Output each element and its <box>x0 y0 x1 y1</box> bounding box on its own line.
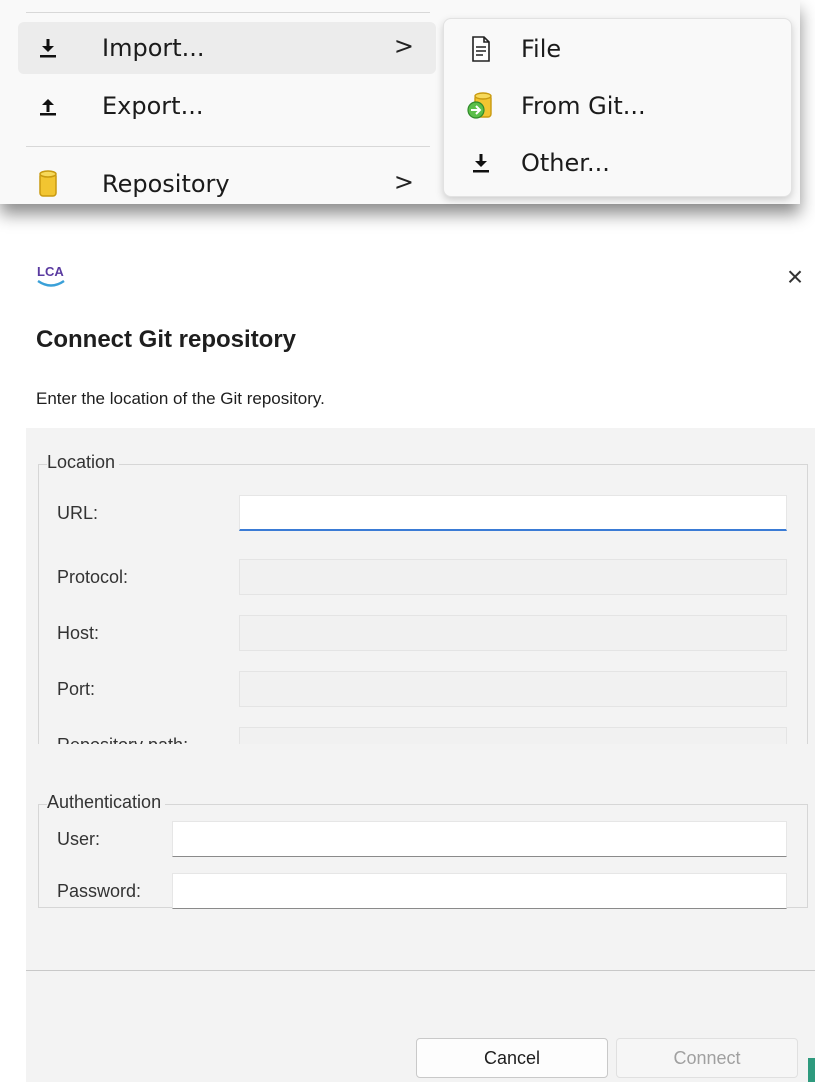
upload-icon <box>28 86 68 126</box>
submenu-item-other[interactable]: Other... <box>444 139 791 187</box>
git-import-icon <box>461 86 501 126</box>
port-label: Port: <box>57 679 96 699</box>
dialog-description: Enter the location of the Git repository… <box>36 389 325 408</box>
user-label: User: <box>57 829 101 849</box>
footer-divider <box>26 970 815 971</box>
menu-separator <box>26 146 430 147</box>
url-label: URL: <box>57 503 99 523</box>
close-icon[interactable]: × <box>780 262 810 292</box>
svg-text:LCA: LCA <box>37 264 64 279</box>
connect-button[interactable]: Connect <box>616 1038 798 1078</box>
location-group-legend: Location <box>47 452 120 473</box>
download-icon <box>28 28 68 68</box>
host-input <box>239 615 787 651</box>
authentication-group-legend: Authentication <box>47 792 166 813</box>
password-input[interactable] <box>172 873 787 909</box>
port-input <box>239 671 787 707</box>
protocol-input <box>239 559 787 595</box>
submenu-item-file[interactable]: File <box>444 25 791 73</box>
submenu-item-from-git-label: From Git... <box>521 92 646 120</box>
file-icon <box>461 29 501 69</box>
menu-item-import[interactable]: Import... > <box>18 22 436 74</box>
background-accent <box>808 1058 815 1082</box>
database-cylinder-icon <box>28 164 68 204</box>
submenu-item-other-label: Other... <box>521 149 610 177</box>
chevron-right-icon: > <box>393 168 414 196</box>
menu-item-export[interactable]: Export... <box>18 80 436 132</box>
cancel-button[interactable]: Cancel <box>416 1038 608 1078</box>
menu-separator <box>26 12 430 13</box>
location-group: Location URL: Protocol: Host: Port: Repo… <box>38 452 808 770</box>
import-submenu: File From Git... Other... <box>443 18 792 197</box>
menu-item-import-label: Import... <box>102 34 205 62</box>
menu-item-repository-label: Repository <box>102 170 230 198</box>
chevron-right-icon: > <box>393 32 414 60</box>
authentication-group: Authentication User: Password: <box>38 792 808 909</box>
user-input[interactable] <box>172 821 787 857</box>
menu-item-export-label: Export... <box>102 92 204 120</box>
download-icon <box>461 143 501 183</box>
dialog-content: Location URL: Protocol: Host: Port: Repo… <box>26 428 815 770</box>
protocol-label: Protocol: <box>57 567 129 587</box>
submenu-item-file-label: File <box>521 35 562 63</box>
submenu-item-from-git[interactable]: From Git... <box>444 82 791 130</box>
context-menu-screenshot: Import... > Export... Repository > File … <box>0 0 815 240</box>
password-label: Password: <box>57 881 142 901</box>
menu-item-repository[interactable]: Repository > <box>18 158 436 210</box>
host-label: Host: <box>57 623 100 643</box>
url-input[interactable] <box>239 495 787 531</box>
app-logo: LCA <box>36 262 76 292</box>
dialog-title: Connect Git repository <box>36 326 297 353</box>
